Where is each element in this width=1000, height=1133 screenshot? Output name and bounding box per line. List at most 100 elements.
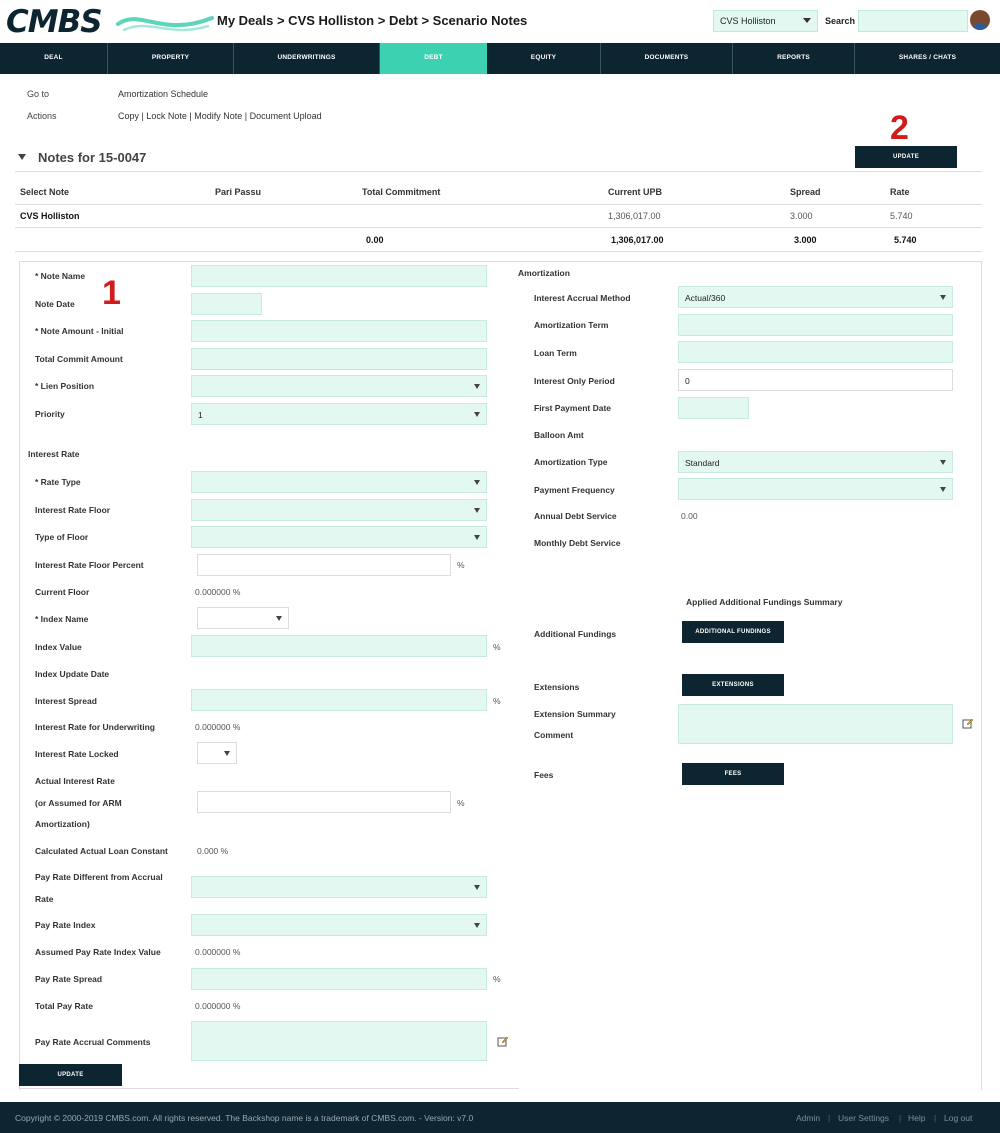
marker-two: 2	[890, 109, 909, 147]
current-floor-value: 0.000000 %	[195, 587, 241, 597]
update-button-top[interactable]: UPDATE	[855, 146, 957, 168]
io-period-label: Interest Only Period	[534, 376, 615, 386]
search-input[interactable]	[858, 10, 968, 32]
pay-freq-label: Payment Frequency	[534, 485, 615, 495]
amort-type-select[interactable]: Standard	[678, 451, 953, 473]
breadcrumb[interactable]: My Deals > CVS Holliston > Debt > Scenar…	[217, 13, 527, 28]
floor-percent-label: Interest Rate Floor Percent	[35, 560, 144, 570]
note-amount-label: * Note Amount - Initial	[35, 326, 124, 336]
io-period-value: 0	[685, 376, 690, 386]
marker-one: 1	[102, 274, 121, 312]
rate-locked-label: Interest Rate Locked	[35, 749, 119, 759]
index-value-input[interactable]	[191, 635, 487, 657]
pay-spread-label: Pay Rate Spread	[35, 974, 103, 984]
note-row-name[interactable]: CVS Holliston	[20, 211, 80, 221]
footer-link-help[interactable]: Help	[908, 1113, 925, 1123]
actions-links[interactable]: Copy | Lock Note | Modify Note | Documen…	[118, 111, 322, 121]
calc-constant-value: 0.000 %	[197, 846, 229, 856]
goto-link[interactable]: Amortization Schedule	[118, 89, 208, 99]
col-spread: Spread	[790, 187, 821, 197]
cmbs-logo[interactable]: CMBS	[6, 4, 214, 40]
note-amount-input[interactable]	[191, 320, 487, 342]
type-of-floor-label: Type of Floor	[35, 532, 89, 542]
goto-label: Go to	[27, 89, 50, 99]
note-date-label: Note Date	[35, 299, 75, 309]
ext-summary-textarea[interactable]	[678, 704, 953, 744]
ext-summary-label-2: Comment	[534, 730, 574, 740]
assumed-pay-value: 0.000000 %	[195, 947, 241, 957]
applied-fundings-summary: Applied Additional Fundings Summary	[686, 597, 843, 607]
loan-term-input[interactable]	[678, 341, 953, 363]
io-period-input[interactable]: 0	[678, 369, 953, 391]
index-name-select[interactable]	[197, 607, 289, 629]
notes-title[interactable]: Notes for 15-0047	[18, 150, 146, 165]
pay-diff-label: Pay Rate Different from Accrual	[35, 872, 163, 882]
actual-rate-input[interactable]	[197, 791, 451, 813]
first-payment-input[interactable]	[678, 397, 749, 419]
col-current-upb: Current UPB	[608, 187, 663, 197]
pay-comments-textarea[interactable]	[191, 1021, 487, 1061]
note-name-input[interactable]	[191, 265, 487, 287]
extensions-button[interactable]: EXTENSIONS	[682, 674, 784, 696]
extensions-label: Extensions	[534, 682, 580, 692]
rate-locked-select[interactable]	[197, 742, 237, 764]
balloon-label: Balloon Amt	[534, 430, 584, 440]
footer-separator: |	[828, 1113, 831, 1123]
accrual-method-select[interactable]: Actual/360	[678, 286, 953, 308]
actual-rate-label-2: (or Assumed for ARM	[35, 798, 122, 808]
main-nav: DEAL PROPERTY UNDERWRITINGS DEBT EQUITY …	[0, 43, 1000, 74]
amort-term-input[interactable]	[678, 314, 953, 336]
fees-label: Fees	[534, 770, 554, 780]
divider	[15, 204, 982, 205]
nav-documents[interactable]: DOCUMENTS	[601, 43, 733, 74]
additional-fundings-button[interactable]: ADDITIONAL FUNDINGS	[682, 621, 784, 643]
avatar[interactable]	[970, 10, 990, 30]
deal-select[interactable]: CVS Holliston	[713, 10, 818, 32]
nav-equity[interactable]: EQUITY	[487, 43, 601, 74]
total-rate: 5.740	[894, 235, 917, 245]
nav-reports[interactable]: REPORTS	[733, 43, 855, 74]
spread-input[interactable]	[191, 689, 487, 711]
pay-diff-select[interactable]	[191, 876, 487, 898]
chevron-down-icon	[940, 460, 946, 465]
priority-select[interactable]: 1	[191, 403, 487, 425]
pay-index-select[interactable]	[191, 914, 487, 936]
footer-link-user-settings[interactable]: User Settings	[838, 1113, 889, 1123]
nav-debt[interactable]: DEBT	[380, 43, 487, 74]
pay-freq-select[interactable]	[678, 478, 953, 500]
accrual-method-label: Interest Accrual Method	[534, 293, 631, 303]
percent-sign: %	[457, 560, 465, 570]
divider	[15, 227, 982, 228]
floor-percent-input[interactable]	[197, 554, 451, 576]
chevron-down-icon	[940, 487, 946, 492]
lien-position-select[interactable]	[191, 375, 487, 397]
note-date-input[interactable]	[191, 293, 262, 315]
nav-property[interactable]: PROPERTY	[108, 43, 234, 74]
chevron-down-icon	[474, 535, 480, 540]
fees-button[interactable]: FEES	[682, 763, 784, 785]
footer-link-log-out[interactable]: Log out	[944, 1113, 972, 1123]
total-pay-value: 0.000000 %	[195, 1001, 241, 1011]
type-of-floor-select[interactable]	[191, 526, 487, 548]
chevron-down-icon	[474, 885, 480, 890]
amort-term-label: Amortization Term	[534, 320, 609, 330]
update-button-bottom[interactable]: UPDATE	[19, 1064, 122, 1086]
edit-icon[interactable]	[497, 1035, 509, 1047]
chevron-down-icon	[474, 384, 480, 389]
floor-select[interactable]	[191, 499, 487, 521]
nav-shares-chats[interactable]: SHARES / CHATS	[855, 43, 1000, 74]
nav-deal[interactable]: DEAL	[0, 43, 108, 74]
rate-type-select[interactable]	[191, 471, 487, 493]
nav-underwritings[interactable]: UNDERWRITINGS	[234, 43, 380, 74]
amort-type-value: Standard	[685, 458, 720, 468]
accrual-method-value: Actual/360	[685, 293, 726, 303]
footer: Copyright © 2000-2019 CMBS.com. All righ…	[0, 1102, 1000, 1133]
edit-icon[interactable]	[962, 717, 974, 729]
pay-spread-input[interactable]	[191, 968, 487, 990]
percent-sign: %	[493, 642, 501, 652]
collapse-triangle-icon[interactable]	[18, 154, 26, 160]
total-commit-label: Total Commit Amount	[35, 354, 123, 364]
footer-link-admin[interactable]: Admin	[796, 1113, 820, 1123]
footer-copyright: Copyright © 2000-2019 CMBS.com. All righ…	[15, 1113, 474, 1123]
total-commit-input[interactable]	[191, 348, 487, 370]
